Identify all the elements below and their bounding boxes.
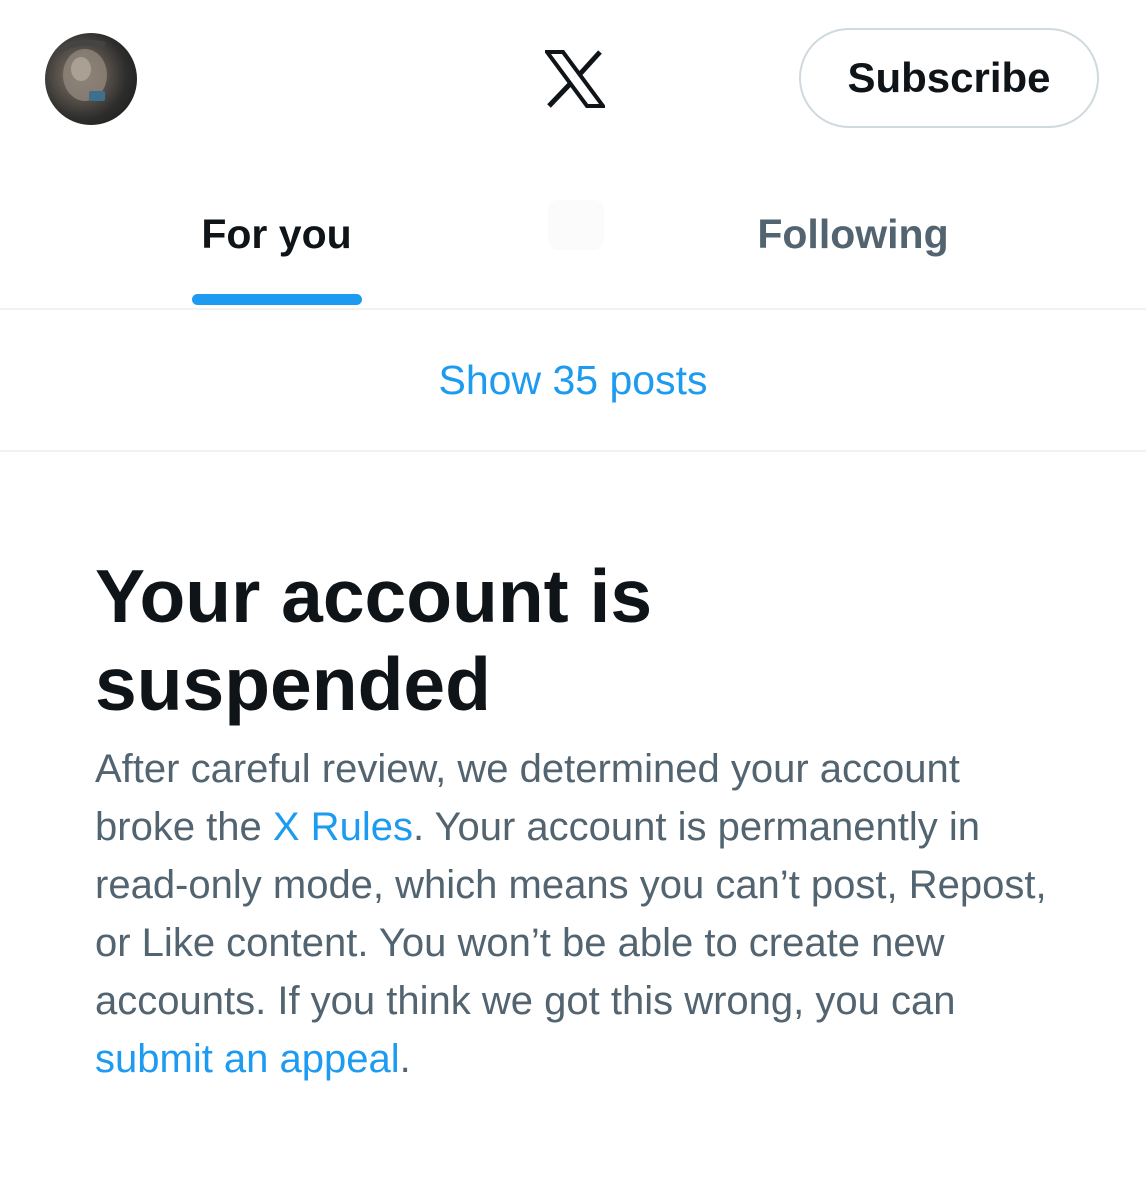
message-text-part-3: . [399,1037,411,1081]
tab-following[interactable]: Following [560,160,1146,308]
suspension-message: After careful review, we determined your… [95,740,1070,1088]
avatar-photo [53,39,107,101]
tab-for-you[interactable]: For you [0,160,553,308]
show-new-posts-button[interactable]: Show 35 posts [0,310,1146,452]
top-bar: Subscribe [0,0,1146,160]
tab-following-label: Following [757,210,949,257]
x-rules-link[interactable]: X Rules [273,805,413,849]
suspension-notice: Your account is suspended After careful … [95,552,1085,1088]
active-tab-indicator [192,294,362,305]
x-logo-icon[interactable] [545,50,605,108]
submit-appeal-link[interactable]: submit an appeal [95,1037,400,1081]
tab-for-you-label: For you [201,210,352,257]
timeline-tabs: For you Following [0,160,1146,310]
avatar[interactable] [45,33,137,125]
subscribe-button[interactable]: Subscribe [799,28,1099,128]
suspension-title: Your account is suspended [95,554,653,726]
